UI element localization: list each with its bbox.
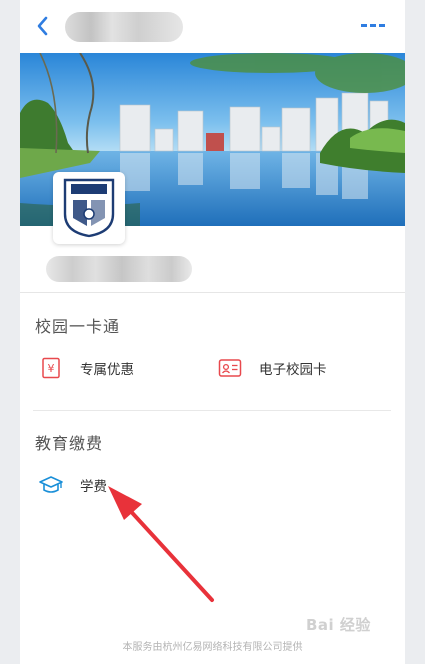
tuition-item[interactable]: 学费 bbox=[38, 470, 107, 500]
id-card-icon bbox=[218, 359, 242, 377]
e-campus-card-item[interactable]: 电子校园卡 bbox=[217, 353, 327, 383]
coupon-icon: ¥ bbox=[42, 357, 60, 379]
exclusive-offers-label: 专属优惠 bbox=[80, 362, 134, 378]
exclusive-offers-item[interactable]: ¥ 专属优惠 bbox=[38, 353, 134, 383]
section-divider bbox=[33, 410, 391, 411]
blurred-page-title bbox=[65, 12, 183, 42]
svg-text:¥: ¥ bbox=[48, 362, 55, 375]
more-button[interactable] bbox=[360, 20, 386, 30]
e-campus-card-label: 电子校园卡 bbox=[259, 362, 327, 378]
chevron-left-icon bbox=[37, 16, 48, 36]
education-payment-section-title: 教育缴费 bbox=[35, 434, 104, 453]
blurred-school-name bbox=[46, 256, 192, 282]
top-navigation-bar bbox=[20, 0, 405, 53]
watermark: Bai 经验 bbox=[306, 616, 371, 634]
back-button[interactable] bbox=[34, 14, 54, 38]
graduation-cap-icon bbox=[39, 476, 63, 493]
school-service-page: 校园一卡通 ¥ 专属优惠 电子校园卡 教育缴费 学费 本服务由杭州亿易网络科技有… bbox=[20, 0, 405, 664]
tuition-label: 学费 bbox=[80, 479, 107, 495]
section-divider bbox=[20, 292, 405, 293]
service-provider-footer: 本服务由杭州亿易网络科技有限公司提供 bbox=[122, 642, 303, 653]
school-emblem-icon bbox=[63, 178, 115, 238]
more-dots-icon bbox=[361, 24, 385, 27]
campus-card-section-title: 校园一卡通 bbox=[35, 317, 121, 336]
school-logo bbox=[53, 172, 125, 244]
